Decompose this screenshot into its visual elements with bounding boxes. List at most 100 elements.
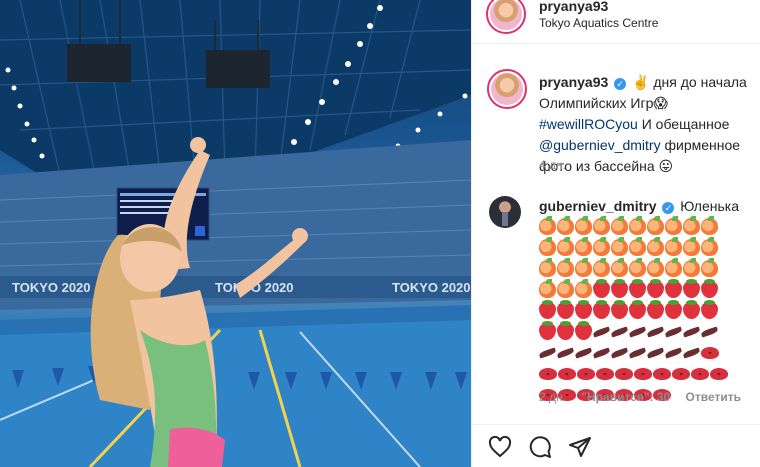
post-header: pryanya93 Tokyo Aquatics Centre	[472, 0, 760, 44]
emoji-row	[538, 342, 759, 363]
peach-emoji-icon	[539, 237, 556, 256]
lips-emoji-icon	[558, 367, 576, 380]
lips-emoji-icon	[596, 367, 614, 380]
peach-emoji-icon	[647, 216, 664, 235]
post-photo[interactable]: TOKYO 2020 TOKYO 2020 TOKYO 2020	[0, 0, 471, 467]
straw-emoji-icon	[611, 300, 628, 319]
straw-emoji-icon	[629, 279, 646, 298]
pepper-emoji-icon	[538, 347, 557, 358]
pepper-emoji-icon	[628, 326, 647, 337]
peach-emoji-icon	[629, 258, 646, 277]
straw-emoji-icon	[629, 300, 646, 319]
reply-button[interactable]: Ответить	[686, 390, 741, 404]
peach-emoji-icon	[593, 258, 610, 277]
comment-username[interactable]: guberniev_dmitry	[539, 198, 656, 214]
author-avatar[interactable]	[486, 0, 526, 34]
peach-emoji-icon	[539, 279, 556, 298]
peach-emoji-icon	[575, 237, 592, 256]
peach-emoji-icon	[665, 258, 682, 277]
peach-emoji-icon	[629, 216, 646, 235]
comment: guberniev_dmitry ✓ Юленька	[538, 196, 759, 405]
straw-emoji-icon	[575, 300, 592, 319]
lips-emoji-icon	[539, 367, 557, 380]
peach-emoji-icon	[575, 258, 592, 277]
emoji-row	[539, 279, 759, 300]
pepper-emoji-icon	[682, 326, 701, 337]
peach-emoji-icon	[593, 216, 610, 235]
pepper-emoji-icon	[700, 326, 719, 337]
peach-emoji-icon	[611, 258, 628, 277]
emoji-row	[539, 321, 759, 342]
straw-emoji-icon	[593, 279, 610, 298]
straw-emoji-icon	[611, 279, 628, 298]
pepper-emoji-icon	[646, 326, 665, 337]
author-username[interactable]: pryanya93	[539, 0, 608, 14]
straw-emoji-icon	[665, 300, 682, 319]
caption: pryanya93 ✓ ✌️ дня до начала Олимпийских…	[539, 72, 757, 177]
lips-emoji-icon	[691, 367, 709, 380]
caption-text-2: И обещанное	[641, 116, 730, 132]
comment-emoji-grid	[538, 216, 759, 405]
peach-emoji-icon	[701, 216, 718, 235]
peach-emoji-icon	[557, 258, 574, 277]
peach-emoji-icon	[683, 237, 700, 256]
caption-timestamp[interactable]: 4 дн.	[539, 158, 566, 172]
straw-emoji-icon	[701, 300, 718, 319]
pepper-emoji-icon	[682, 347, 701, 358]
peach-emoji-icon	[629, 237, 646, 256]
post-location[interactable]: Tokyo Aquatics Centre	[539, 16, 658, 30]
lips-emoji-icon	[710, 367, 728, 380]
pepper-emoji-icon	[574, 347, 593, 358]
comment-likes[interactable]: "Нравится": 30	[581, 390, 670, 404]
post-actions	[472, 424, 760, 467]
caption-username[interactable]: pryanya93	[539, 74, 608, 90]
straw-emoji-icon	[647, 279, 664, 298]
comment-icon[interactable]	[528, 435, 552, 459]
heart-icon[interactable]	[488, 435, 512, 459]
peach-emoji-icon	[557, 279, 574, 298]
pepper-emoji-icon	[664, 326, 683, 337]
pepper-emoji-icon	[628, 347, 647, 358]
peach-emoji-icon	[539, 216, 556, 235]
pepper-emoji-icon	[592, 347, 611, 358]
peach-emoji-icon	[647, 237, 664, 256]
peach-emoji-icon	[665, 237, 682, 256]
caption-mention[interactable]: @guberniev_dmitry	[539, 137, 661, 153]
pepper-emoji-icon	[592, 326, 611, 337]
lips-emoji-icon	[653, 367, 671, 380]
paper-plane-icon[interactable]	[568, 435, 592, 459]
peach-emoji-icon	[701, 237, 718, 256]
pepper-emoji-icon	[610, 326, 629, 337]
caption-hashtag[interactable]: #wewillROCyou	[539, 116, 638, 132]
peach-emoji-icon	[611, 237, 628, 256]
emoji-row	[539, 363, 759, 384]
peach-emoji-icon	[593, 237, 610, 256]
lips-emoji-icon	[615, 367, 633, 380]
straw-emoji-icon	[683, 300, 700, 319]
verified-badge-icon: ✓	[662, 202, 675, 214]
comment-timestamp[interactable]: 2 дн.	[539, 390, 566, 404]
peach-emoji-icon	[575, 279, 592, 298]
caption-avatar[interactable]	[487, 69, 527, 109]
emoji-row	[539, 216, 759, 237]
peach-emoji-icon	[665, 216, 682, 235]
pepper-emoji-icon	[556, 347, 575, 358]
straw-emoji-icon	[665, 279, 682, 298]
emoji-row	[539, 300, 759, 321]
peach-emoji-icon	[701, 258, 718, 277]
emoji-row	[539, 237, 759, 258]
straw-emoji-icon	[539, 300, 556, 319]
pepper-emoji-icon	[664, 347, 683, 358]
banner-right-text: TOKYO 2020	[392, 280, 471, 295]
commenter-avatar[interactable]	[489, 196, 521, 228]
straw-emoji-icon	[701, 279, 718, 298]
peach-emoji-icon	[539, 258, 556, 277]
peach-emoji-icon	[557, 216, 574, 235]
straw-emoji-icon	[575, 321, 592, 340]
pepper-emoji-icon	[646, 347, 665, 358]
verified-badge-icon: ✓	[614, 78, 627, 90]
pepper-emoji-icon	[610, 347, 629, 358]
lips-emoji-icon	[672, 367, 690, 380]
lips-emoji-icon	[634, 367, 652, 380]
peach-emoji-icon	[611, 216, 628, 235]
